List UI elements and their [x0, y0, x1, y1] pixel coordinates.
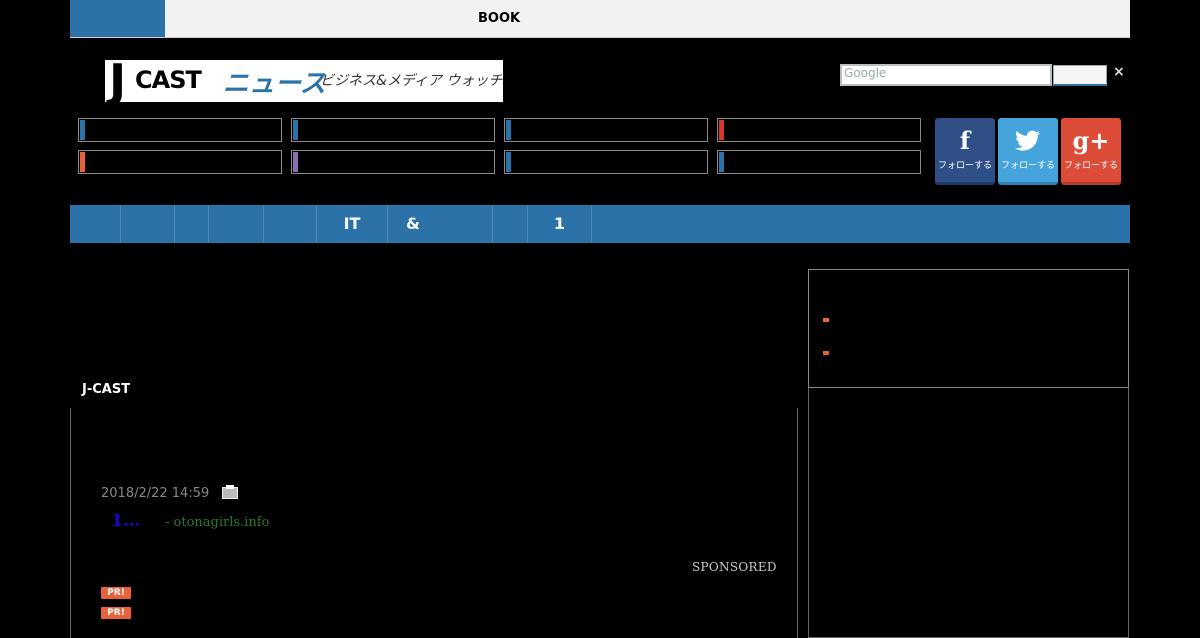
logo-news: ニュース: [223, 69, 326, 99]
bullet-icon: [823, 351, 829, 355]
twitter-follow-button[interactable]: フォローする: [998, 118, 1058, 185]
nav-item-1[interactable]: [70, 205, 121, 243]
googleplus-follow-button[interactable]: g+ フォローする: [1061, 118, 1121, 185]
category-color-bar: [719, 152, 724, 172]
category-color-bar: [80, 120, 85, 140]
logo-cast: CAST: [135, 66, 202, 94]
category-color-bar: [506, 152, 511, 172]
googleplus-icon: g+: [1072, 126, 1110, 155]
main-nav: IT & 1: [70, 205, 1130, 243]
clear-search-icon[interactable]: ×: [1113, 64, 1125, 80]
facebook-follow-button[interactable]: f フォローする: [935, 118, 995, 185]
logo-tagline: ビジネス&メディア ウォッチ: [320, 73, 503, 89]
category-color-bar: [293, 152, 298, 172]
nav-item-and[interactable]: &: [388, 205, 493, 243]
bullet-icon: [823, 318, 829, 322]
nav-item-5[interactable]: [264, 205, 317, 243]
sponsored-label: SPONSORED: [692, 560, 777, 574]
category-color-bar: [506, 120, 511, 140]
category-box-1[interactable]: [78, 118, 282, 142]
category-box-7[interactable]: [504, 150, 708, 174]
follow-label: フォローする: [1000, 161, 1055, 171]
category-box-3[interactable]: [504, 118, 708, 142]
follow-label: フォローする: [1063, 161, 1118, 171]
pr-badge: PR!: [101, 587, 131, 599]
category-box-6[interactable]: [291, 150, 495, 174]
category-color-bar: [80, 152, 85, 172]
nav-item-ranking[interactable]: 1: [528, 205, 592, 243]
nav-item-4[interactable]: [209, 205, 264, 243]
follow-label: フォローする: [937, 161, 992, 171]
ad-title-link[interactable]: 1...: [111, 511, 141, 531]
top-bar-home-tab[interactable]: [70, 0, 165, 37]
facebook-icon: f: [959, 126, 971, 155]
nav-item-8[interactable]: [494, 205, 528, 243]
category-color-bar: [293, 120, 298, 140]
ad-source[interactable]: - otonagirls.info: [165, 515, 269, 530]
nav-item-3[interactable]: [175, 205, 209, 243]
print-icon[interactable]: [222, 485, 238, 499]
section-label: J-CAST: [82, 382, 131, 397]
top-bar: BOOK: [70, 0, 1130, 38]
article-date: 2018/2/22 14:59: [101, 486, 210, 501]
sidebar-ad-box: [808, 388, 1129, 638]
site-logo[interactable]: J CAST ニュース ビジネス&メディア ウォッチ: [105, 60, 503, 102]
search-input[interactable]: Google: [840, 64, 1052, 86]
search-button[interactable]: [1053, 65, 1107, 86]
logo-j: J: [109, 60, 126, 102]
twitter-icon: [998, 124, 1058, 158]
category-box-4[interactable]: [717, 118, 921, 142]
pr-badge: PR!: [101, 607, 131, 619]
category-box-5[interactable]: [78, 150, 282, 174]
book-link[interactable]: BOOK: [478, 11, 520, 26]
nav-item-2[interactable]: [121, 205, 175, 243]
category-box-8[interactable]: [717, 150, 921, 174]
category-color-bar: [719, 120, 724, 140]
category-box-2[interactable]: [291, 118, 495, 142]
sidebar-box: [808, 269, 1129, 388]
nav-item-it[interactable]: IT: [317, 205, 388, 243]
